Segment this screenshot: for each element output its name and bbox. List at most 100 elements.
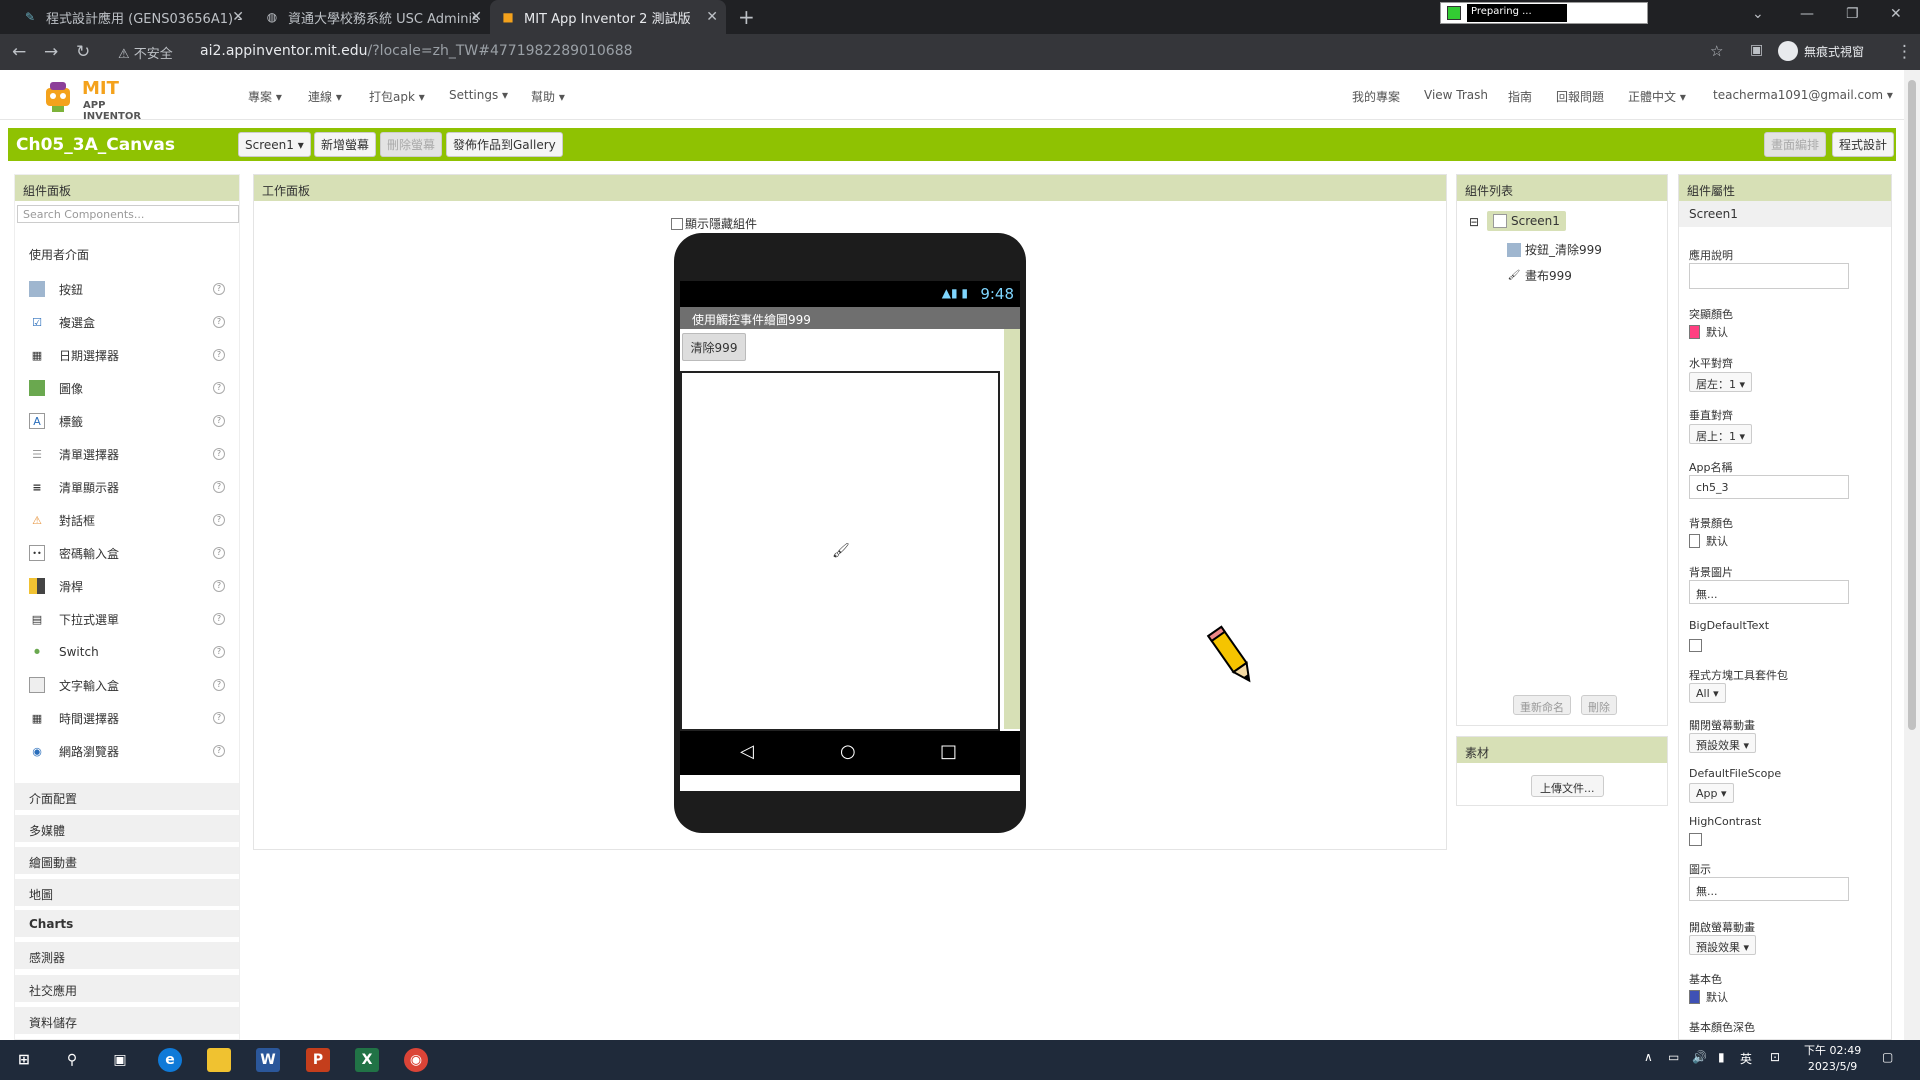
edge-browser-icon[interactable]: e xyxy=(158,1048,182,1072)
component-checkbox[interactable]: ☑ 複選盒? xyxy=(15,306,239,338)
url-field[interactable]: ai2.appinventor.mit.edu/?locale=zh_TW#47… xyxy=(200,43,633,59)
browser-tab-course[interactable]: ✎ 程式設計應用 (GENS03656A1) - ✕ xyxy=(12,0,252,34)
page-scrollbar[interactable] xyxy=(1904,70,1920,1040)
tree-node-canvas[interactable]: 🖌 畫布999 xyxy=(1507,267,1572,284)
component-image[interactable]: 圖像? xyxy=(15,372,239,404)
help-icon[interactable]: ? xyxy=(213,613,225,625)
language-menu[interactable]: 正體中文 ▾ xyxy=(1628,88,1686,105)
component-spinner[interactable]: ▤ 下拉式選單? xyxy=(15,603,239,635)
scrollbar-thumb[interactable] xyxy=(1908,80,1916,730)
background-image-field[interactable]: 無... xyxy=(1689,580,1849,604)
category-layout[interactable]: 介面配置 xyxy=(15,783,239,811)
help-icon[interactable]: ? xyxy=(213,283,225,295)
component-listpicker[interactable]: ☰ 清單選擇器? xyxy=(15,438,239,470)
menu-build[interactable]: 打包apk ▾ xyxy=(369,88,425,105)
search-icon[interactable]: ⚲ xyxy=(60,1048,84,1072)
help-icon[interactable]: ? xyxy=(213,580,225,592)
ime-indicator[interactable]: 英 xyxy=(1740,1050,1752,1067)
tray-chevron-icon[interactable]: ∧ xyxy=(1644,1050,1653,1064)
help-icon[interactable]: ? xyxy=(213,712,225,724)
help-icon[interactable]: ? xyxy=(213,547,225,559)
canvas-component[interactable]: 🖌 xyxy=(680,371,1000,731)
help-icon[interactable]: ? xyxy=(213,316,225,328)
background-color-picker[interactable]: 默认 xyxy=(1689,533,1728,549)
category-storage[interactable]: 資料儲存 xyxy=(15,1007,239,1035)
show-hidden-components-checkbox[interactable]: 顯示隱藏組件 xyxy=(671,215,757,232)
notifications-icon[interactable]: ▢ xyxy=(1882,1050,1893,1064)
component-button[interactable]: 按鈕? xyxy=(15,273,239,305)
component-listview[interactable]: ≡ 清單顯示器? xyxy=(15,471,239,503)
powerpoint-icon[interactable]: P xyxy=(306,1048,330,1072)
help-icon[interactable]: ? xyxy=(213,382,225,394)
blocks-button[interactable]: 程式設計 xyxy=(1832,132,1895,157)
tree-collapse-icon[interactable]: ⊟ xyxy=(1469,215,1479,229)
big-default-text-checkbox[interactable] xyxy=(1689,639,1702,652)
component-timepicker[interactable]: ▦ 時間選擇器? xyxy=(15,702,239,734)
clear-button[interactable]: 清除999 xyxy=(682,333,746,361)
about-textarea[interactable] xyxy=(1689,263,1849,289)
help-icon[interactable]: ? xyxy=(213,448,225,460)
icon-field[interactable]: 無... xyxy=(1689,877,1849,901)
help-icon[interactable]: ? xyxy=(213,481,225,493)
report-issue-link[interactable]: 回報問題 xyxy=(1556,88,1604,105)
help-icon[interactable]: ? xyxy=(213,415,225,427)
category-drawing-animation[interactable]: 繪圖動畫 xyxy=(15,847,239,875)
tree-node-screen1[interactable]: Screen1 xyxy=(1487,211,1566,231)
close-screen-animation-dropdown[interactable]: 預設效果 ▾ xyxy=(1689,733,1757,753)
forward-icon[interactable]: → xyxy=(44,42,58,62)
volume-icon[interactable]: 🔊 xyxy=(1692,1050,1707,1064)
close-tab-icon[interactable]: ✕ xyxy=(706,9,718,25)
add-screen-button[interactable]: 新增螢幕 xyxy=(314,132,377,157)
app-name-field[interactable]: ch5_3 xyxy=(1689,475,1849,499)
category-charts[interactable]: Charts xyxy=(15,910,239,938)
back-icon[interactable]: ← xyxy=(12,42,26,62)
component-label[interactable]: A 標籤? xyxy=(15,405,239,437)
default-file-scope-dropdown[interactable]: App ▾ xyxy=(1689,783,1734,803)
windows-start-icon[interactable]: ⊞ xyxy=(12,1048,36,1072)
restore-icon[interactable]: ❐ xyxy=(1846,6,1859,22)
side-panel-icon[interactable]: ▣ xyxy=(1750,42,1763,58)
help-icon[interactable]: ? xyxy=(213,745,225,757)
component-slider[interactable]: 滑桿? xyxy=(15,570,239,602)
word-icon[interactable]: W xyxy=(256,1048,280,1072)
view-trash-link[interactable]: View Trash xyxy=(1424,88,1488,102)
category-user-interface[interactable]: 使用者介面 xyxy=(15,239,239,267)
insecure-indicator[interactable]: ⚠ 不安全 xyxy=(118,43,173,62)
menu-project[interactable]: 專案 ▾ xyxy=(248,88,282,105)
ime-mode-icon[interactable]: ⊡ xyxy=(1770,1050,1780,1064)
account-menu[interactable]: teacherma1091@gmail.com ▾ xyxy=(1713,88,1893,102)
high-contrast-checkbox[interactable] xyxy=(1689,833,1702,846)
screen-select[interactable]: Screen1 ▾ xyxy=(238,132,311,157)
network-icon[interactable]: ▭ xyxy=(1668,1050,1679,1064)
remove-screen-button[interactable]: 刪除螢幕 xyxy=(380,132,443,157)
help-icon[interactable]: ? xyxy=(213,349,225,361)
help-icon[interactable]: ? xyxy=(213,514,225,526)
designer-button[interactable]: 畫面編排 xyxy=(1764,132,1827,157)
microphone-icon[interactable]: ▮ xyxy=(1718,1050,1725,1064)
close-window-icon[interactable]: ✕ xyxy=(1890,6,1902,22)
bookmark-star-icon[interactable]: ☆ xyxy=(1710,42,1723,60)
component-passwordtextbox[interactable]: •• 密碼輸入盒? xyxy=(15,537,239,569)
menu-connect[interactable]: 連線 ▾ xyxy=(308,88,342,105)
system-clock[interactable]: 下午 02:49 2023/5/9 xyxy=(1804,1043,1861,1075)
component-webviewer[interactable]: ◉ 網路瀏覽器? xyxy=(15,735,239,767)
excel-icon[interactable]: X xyxy=(355,1048,379,1072)
tab-search-icon[interactable]: ⌄ xyxy=(1752,6,1764,22)
upload-file-button[interactable]: 上傳文件... xyxy=(1531,775,1604,797)
file-explorer-icon[interactable] xyxy=(207,1048,231,1072)
open-screen-animation-dropdown[interactable]: 預設效果 ▾ xyxy=(1689,935,1757,955)
align-horizontal-dropdown[interactable]: 居左：1 ▾ xyxy=(1689,372,1753,392)
category-sensors[interactable]: 感測器 xyxy=(15,942,239,970)
rename-button[interactable]: 重新命名 xyxy=(1513,695,1571,715)
component-switch[interactable]: ⏺ Switch? xyxy=(15,636,239,668)
guide-link[interactable]: 指南 xyxy=(1508,88,1532,105)
browser-menu-icon[interactable]: ⋮ xyxy=(1896,42,1913,62)
primary-color-picker[interactable]: 默认 xyxy=(1689,989,1728,1005)
incognito-indicator[interactable]: 無痕式視窗 xyxy=(1778,41,1864,61)
blocks-toolkit-dropdown[interactable]: All ▾ xyxy=(1689,683,1726,703)
close-tab-icon[interactable]: ✕ xyxy=(232,9,244,25)
close-tab-icon[interactable]: ✕ xyxy=(470,9,482,25)
menu-help[interactable]: 幫助 ▾ xyxy=(531,88,565,105)
my-projects-link[interactable]: 我的專案 xyxy=(1352,88,1400,105)
task-view-icon[interactable]: ▣ xyxy=(108,1048,132,1072)
